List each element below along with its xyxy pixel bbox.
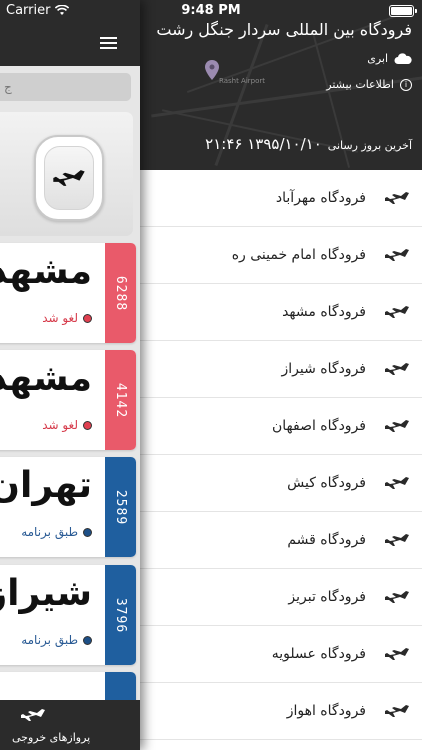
weather-label: ابری bbox=[367, 52, 388, 65]
search-input[interactable] bbox=[0, 73, 131, 101]
airport-name: فرودگاه مهرآباد bbox=[275, 190, 366, 206]
status-dot bbox=[83, 313, 92, 323]
plane-icon bbox=[385, 420, 409, 432]
more-info-link[interactable]: i اطلاعات بیشتر bbox=[326, 78, 412, 91]
flight-status-label: لغو شد bbox=[42, 418, 78, 432]
flight-status-label: طبق برنامه bbox=[21, 525, 78, 539]
airport-list-item[interactable]: فرودگاه مهرآباد bbox=[140, 170, 422, 227]
bottom-tab-bar: پروازهای خروجی bbox=[0, 700, 140, 750]
airport-name: فرودگاه عسلویه bbox=[271, 646, 366, 662]
airplane-window bbox=[34, 135, 104, 221]
airport-list-item[interactable]: فرودگاه قشم bbox=[140, 512, 422, 569]
airport-name: فرودگاه شیراز bbox=[281, 361, 366, 377]
flight-card[interactable]: شیراز طبق برنامه 3796 bbox=[0, 565, 136, 665]
airport-name: فرودگاه مشهد bbox=[282, 304, 366, 320]
flight-number-strip: 6288 bbox=[105, 243, 136, 343]
airport-name: فرودگاه تبریز bbox=[288, 589, 366, 605]
airport-list: فرودگاه مهرآباد فرودگاه امام خمینی ره فر… bbox=[140, 170, 422, 740]
flight-status: طبق برنامه bbox=[21, 525, 92, 539]
airport-name: فرودگاه اهواز bbox=[286, 703, 366, 719]
airport-list-item[interactable]: فرودگاه تبریز bbox=[140, 569, 422, 626]
flight-status-label: لغو شد bbox=[42, 311, 78, 325]
flight-status-label: طبق برنامه bbox=[21, 633, 78, 647]
battery-icon bbox=[389, 5, 417, 17]
more-info-label: اطلاعات بیشتر bbox=[326, 78, 394, 91]
flight-card[interactable]: مشهد لغو شد 4142 bbox=[0, 350, 136, 450]
status-dot bbox=[83, 635, 92, 645]
menu-icon[interactable] bbox=[100, 37, 117, 49]
tab-departures-label: پروازهای خروجی bbox=[12, 731, 91, 744]
airport-name: فرودگاه اصفهان bbox=[272, 418, 366, 434]
last-update: آخرین بروز رسانی ۱۳۹۵/۱۰/۱۰ ۲۱:۴۶ bbox=[205, 135, 412, 153]
plane-icon bbox=[385, 705, 409, 717]
last-update-label: آخرین بروز رسانی bbox=[327, 139, 412, 152]
airport-list-item[interactable]: فرودگاه کیش bbox=[140, 455, 422, 512]
flight-number: 4142 bbox=[113, 382, 128, 418]
airport-list-item[interactable]: فرودگاه مشهد bbox=[140, 284, 422, 341]
flight-number-strip: 4142 bbox=[105, 350, 136, 450]
plane-icon bbox=[385, 192, 409, 204]
airport-name: فرودگاه کیش bbox=[287, 475, 366, 491]
tab-departures[interactable]: پروازهای خروجی bbox=[0, 700, 140, 750]
map-pin-icon bbox=[205, 60, 219, 80]
flight-destination: مشهد bbox=[0, 358, 92, 399]
flight-number: 3796 bbox=[113, 597, 128, 633]
window-pane bbox=[44, 146, 94, 210]
flight-number: 2589 bbox=[113, 489, 128, 525]
status-bar: Carrier 9:48 PM bbox=[0, 0, 422, 22]
airport-name: فرودگاه امام خمینی ره bbox=[231, 247, 366, 263]
status-dot bbox=[83, 527, 92, 537]
flights-drawer: مشهد لغو شد 6288 مشهد لغو شد 4142 تهران … bbox=[0, 0, 140, 750]
flight-number-strip: 3796 bbox=[105, 565, 136, 665]
airport-name: فرودگاه قشم bbox=[287, 532, 366, 548]
cloud-icon bbox=[394, 52, 412, 64]
flight-destination: شیراز bbox=[0, 573, 92, 614]
airport-title: فرودگاه بین المللی سردار جنگل رشت bbox=[156, 20, 412, 39]
flight-status: طبق برنامه bbox=[21, 633, 92, 647]
departure-plane-icon bbox=[21, 709, 45, 721]
plane-icon bbox=[385, 363, 409, 375]
plane-icon bbox=[385, 306, 409, 318]
status-dot bbox=[83, 420, 92, 430]
plane-icon bbox=[385, 477, 409, 489]
plane-icon bbox=[385, 249, 409, 261]
flight-number: 6288 bbox=[113, 275, 128, 311]
flight-number-strip: 2589 bbox=[105, 457, 136, 557]
flight-destination: مشهد bbox=[0, 251, 92, 292]
flight-status: لغو شد bbox=[42, 418, 92, 432]
airport-list-item[interactable]: فرودگاه شیراز bbox=[140, 341, 422, 398]
plane-icon bbox=[385, 591, 409, 603]
map-location-label: Rasht Airport bbox=[219, 77, 266, 85]
weather-row: ابری bbox=[367, 52, 412, 65]
flight-card[interactable]: تهران طبق برنامه 2589 bbox=[0, 457, 136, 557]
airport-list-item[interactable]: فرودگاه عسلویه bbox=[140, 626, 422, 683]
airport-list-item[interactable]: فرودگاه امام خمینی ره bbox=[140, 227, 422, 284]
last-update-value: ۱۳۹۵/۱۰/۱۰ ۲۱:۴۶ bbox=[205, 135, 322, 153]
airport-list-item[interactable]: فرودگاه اهواز bbox=[140, 683, 422, 740]
flight-card[interactable]: مشهد لغو شد 6288 bbox=[0, 243, 136, 343]
flight-destination: تهران bbox=[0, 465, 92, 506]
plane-icon bbox=[53, 170, 85, 186]
plane-icon bbox=[385, 534, 409, 546]
airport-list-item[interactable]: فرودگاه اصفهان bbox=[140, 398, 422, 455]
flight-status: لغو شد bbox=[42, 311, 92, 325]
info-icon: i bbox=[400, 78, 412, 91]
plane-icon bbox=[385, 648, 409, 660]
status-time: 9:48 PM bbox=[181, 3, 241, 18]
